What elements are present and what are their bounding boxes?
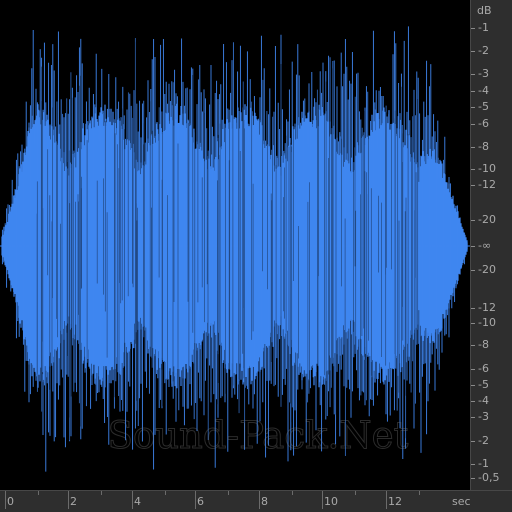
time-label: 0	[7, 495, 14, 508]
db-tick	[471, 308, 475, 309]
time-label: 6	[197, 495, 204, 508]
db-tick	[471, 185, 475, 186]
db-label: -20	[478, 213, 496, 226]
time-tick	[132, 491, 133, 509]
db-tick	[471, 74, 475, 75]
db-unit-label: dB	[477, 4, 492, 17]
db-tick	[471, 169, 475, 170]
db-label: -3	[478, 410, 489, 423]
time-label: 10	[324, 495, 338, 508]
time-tick	[5, 491, 6, 509]
db-label: -10	[478, 316, 496, 329]
time-minor-tick	[355, 491, 356, 495]
db-label: -2	[478, 44, 489, 57]
db-tick	[471, 246, 475, 247]
db-tick	[471, 107, 475, 108]
waveform-display[interactable]	[0, 0, 470, 490]
db-tick	[471, 91, 475, 92]
db-tick	[471, 441, 475, 442]
time-minor-tick	[38, 491, 39, 495]
db-label: -0,5	[478, 471, 500, 484]
db-label: -4	[478, 84, 489, 97]
db-label: -12	[478, 301, 496, 314]
db-label-center: -∞	[478, 239, 492, 252]
db-tick	[471, 478, 475, 479]
db-label: -1	[478, 457, 489, 470]
db-label: -2	[478, 434, 489, 447]
time-minor-tick	[165, 491, 166, 495]
db-ruler[interactable]: dB -1 -2 -3 -4 -5 -6 -8 -10 -12 -20 -∞ -20 -12 -10 -8 -…	[470, 0, 512, 490]
time-unit-label: sec	[452, 495, 471, 508]
db-label: -5	[478, 378, 489, 391]
waveform-editor: Sound-Pack.Net dB -1 -2 -3 -4 -5 -6 -8 -10 -12 -2…	[0, 0, 512, 512]
db-label: -10	[478, 162, 496, 175]
db-tick	[471, 417, 475, 418]
time-label: 4	[134, 495, 141, 508]
db-label: -3	[478, 67, 489, 80]
db-label: -12	[478, 178, 496, 191]
time-label: 2	[70, 495, 77, 508]
db-tick	[471, 220, 475, 221]
db-tick	[471, 401, 475, 402]
time-minor-tick	[101, 491, 102, 495]
db-label: -6	[478, 362, 489, 375]
time-tick	[259, 491, 260, 509]
db-tick	[471, 345, 475, 346]
time-tick	[386, 491, 387, 509]
db-label: -5	[478, 100, 489, 113]
time-label: 12	[388, 495, 402, 508]
db-label: -1	[478, 21, 489, 34]
db-tick	[471, 323, 475, 324]
time-label: 8	[261, 495, 268, 508]
db-tick	[471, 369, 475, 370]
time-tick	[68, 491, 69, 509]
db-label: -4	[478, 394, 489, 407]
db-label: -20	[478, 263, 496, 276]
time-minor-tick	[292, 491, 293, 495]
db-tick	[471, 270, 475, 271]
db-label: -8	[478, 140, 489, 153]
db-tick	[471, 124, 475, 125]
db-tick	[471, 385, 475, 386]
db-tick	[471, 51, 475, 52]
db-tick	[471, 28, 475, 29]
time-tick	[322, 491, 323, 509]
db-label: -6	[478, 117, 489, 130]
time-minor-tick	[419, 491, 420, 495]
time-ruler[interactable]: sec 0 2 4 6 8 10 12	[0, 490, 512, 512]
db-tick	[471, 147, 475, 148]
time-tick	[195, 491, 196, 509]
db-tick	[471, 464, 475, 465]
time-minor-tick	[228, 491, 229, 495]
db-label: -8	[478, 338, 489, 351]
